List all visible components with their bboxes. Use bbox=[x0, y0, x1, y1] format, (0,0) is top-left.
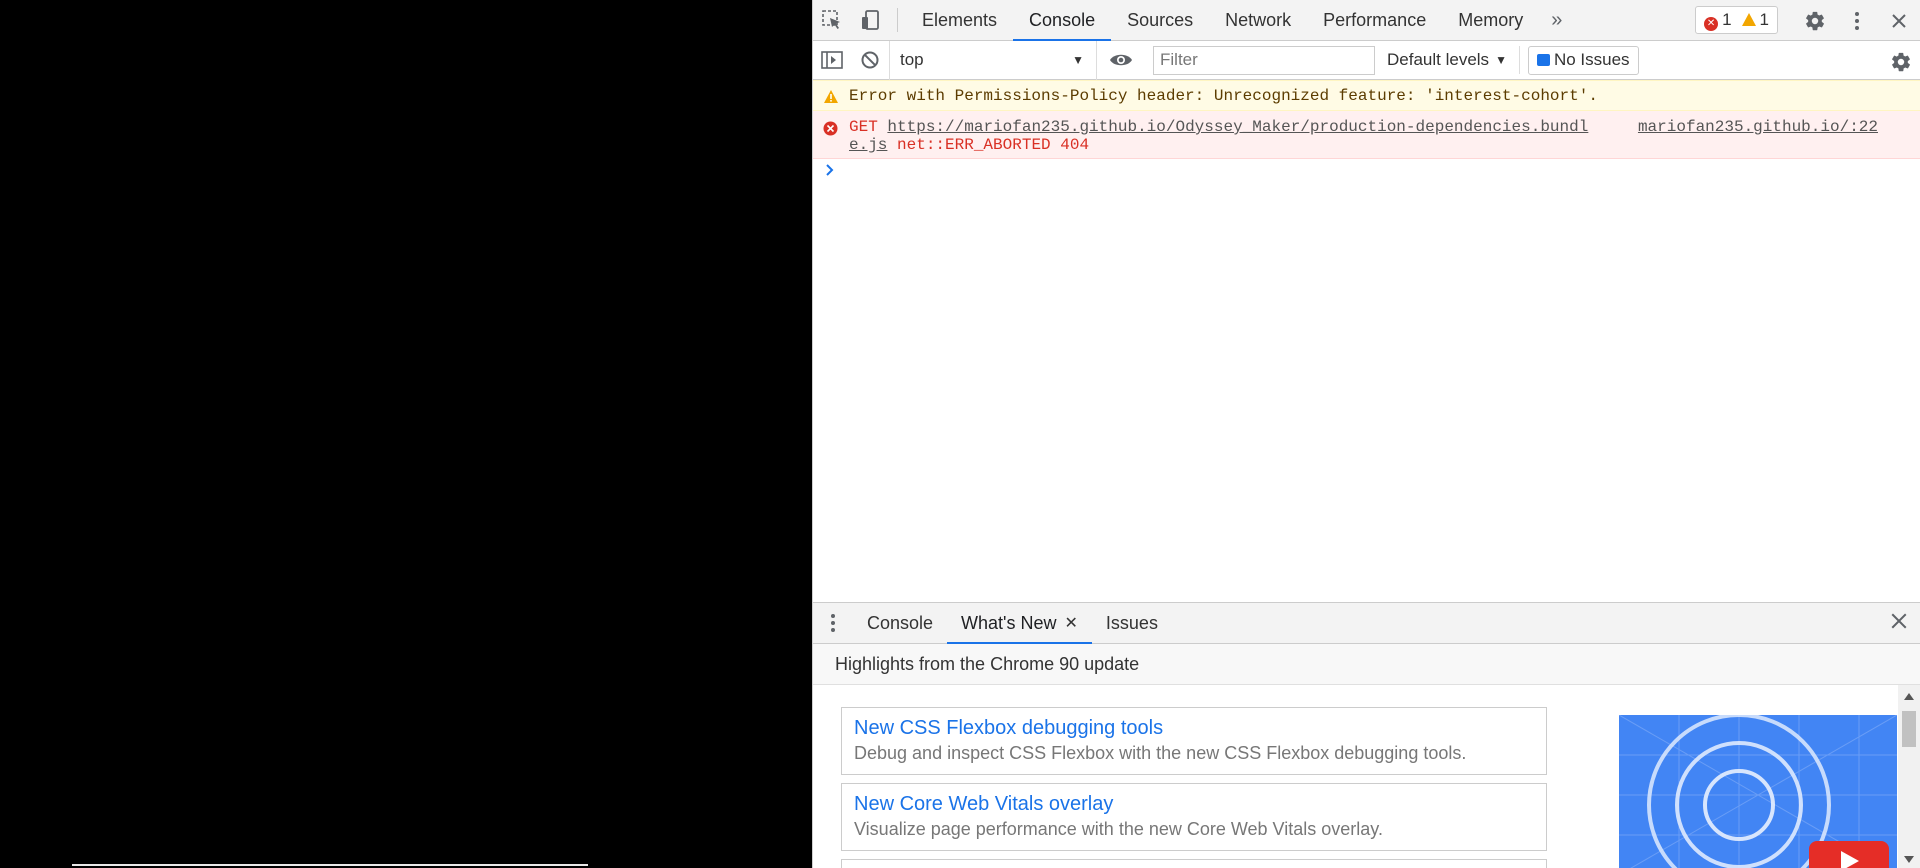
chrome-update-hero-image bbox=[1619, 715, 1897, 868]
log-levels-dropdown[interactable]: Default levels ▼ bbox=[1387, 46, 1520, 74]
device-toolbar-icon[interactable] bbox=[851, 0, 889, 41]
tab-network[interactable]: Network bbox=[1209, 0, 1307, 41]
context-selector[interactable]: top ▼ bbox=[889, 40, 1097, 80]
error-count-value: 1 bbox=[1722, 9, 1732, 29]
inspect-element-icon[interactable] bbox=[813, 0, 851, 41]
error-status: net::ERR_ABORTED 404 bbox=[897, 136, 1090, 154]
feature-card[interactable]: New CSS Flexbox debugging tools Debug an… bbox=[841, 707, 1547, 775]
drawer-tab-label: What's New bbox=[961, 612, 1057, 633]
feature-title-link[interactable]: New Core Web Vitals overlay bbox=[854, 792, 1534, 816]
console-warning-message: Error with Permissions-Policy header: Un… bbox=[813, 80, 1920, 111]
warning-count: 1 bbox=[1741, 10, 1769, 30]
feature-description: Visualize page performance with the new … bbox=[854, 819, 1383, 839]
tab-sources[interactable]: Sources bbox=[1111, 0, 1209, 41]
dropdown-arrow-icon: ▼ bbox=[1072, 53, 1084, 67]
warning-icon bbox=[823, 89, 839, 109]
scroll-up-arrow-icon[interactable] bbox=[1904, 693, 1914, 700]
tab-elements[interactable]: Elements bbox=[906, 0, 1013, 41]
whats-new-scrollbar[interactable] bbox=[1898, 685, 1920, 868]
tab-console[interactable]: Console bbox=[1013, 0, 1112, 41]
log-levels-label: Default levels bbox=[1387, 50, 1490, 69]
close-devtools-icon[interactable] bbox=[1878, 0, 1920, 41]
tab-label: Memory bbox=[1458, 9, 1524, 30]
drawer-tab-whats-new[interactable]: What's New ✕ bbox=[947, 603, 1092, 644]
error-source-link[interactable]: mariofan235.github.io/:22 bbox=[1638, 118, 1878, 136]
drawer-tab-label: Issues bbox=[1105, 612, 1158, 633]
close-drawer-icon[interactable] bbox=[1890, 612, 1908, 635]
whats-new-header: Highlights from the Chrome 90 update bbox=[813, 644, 1920, 685]
page-viewport bbox=[0, 0, 812, 868]
feature-card-partial[interactable] bbox=[841, 859, 1547, 868]
tab-label: Network bbox=[1225, 9, 1292, 30]
page-horizontal-scrollbar[interactable] bbox=[72, 864, 588, 866]
tab-label: Sources bbox=[1127, 9, 1194, 30]
drawer-tab-label: Console bbox=[867, 612, 934, 633]
toolbar-separator bbox=[897, 8, 898, 32]
issues-label: No Issues bbox=[1553, 50, 1630, 69]
kebab-menu-icon[interactable] bbox=[1836, 0, 1878, 41]
dropdown-arrow-icon: ▼ bbox=[1495, 53, 1507, 67]
feature-card[interactable]: New Core Web Vitals overlay Visualize pa… bbox=[841, 783, 1547, 851]
tab-label: Console bbox=[1029, 9, 1096, 30]
scrollbar-thumb[interactable] bbox=[1902, 711, 1916, 747]
filter-input[interactable] bbox=[1153, 45, 1375, 75]
drawer-tab-console[interactable]: Console bbox=[853, 603, 947, 644]
devtools-drawer: Console What's New ✕ Issues Highlights f… bbox=[813, 602, 1920, 868]
issues-button[interactable]: No Issues bbox=[1527, 45, 1639, 75]
scroll-down-arrow-icon[interactable] bbox=[1904, 856, 1914, 863]
error-icon bbox=[823, 121, 838, 141]
error-warning-counter[interactable]: ✕ 1 1 bbox=[1695, 6, 1778, 34]
error-count: ✕ 1 bbox=[1704, 9, 1732, 31]
tab-label: Elements bbox=[922, 9, 998, 30]
issue-flag-icon bbox=[1536, 54, 1550, 66]
devtools-panel: Elements Console Sources Network Perform… bbox=[812, 0, 1920, 868]
error-icon: ✕ bbox=[1704, 16, 1719, 31]
tab-memory[interactable]: Memory bbox=[1442, 0, 1539, 41]
devtools-main-toolbar: Elements Console Sources Network Perform… bbox=[813, 0, 1920, 41]
drawer-tab-issues[interactable]: Issues bbox=[1092, 603, 1172, 644]
feature-title-link[interactable]: New CSS Flexbox debugging tools bbox=[854, 716, 1534, 740]
live-expression-eye-icon[interactable] bbox=[1097, 40, 1145, 81]
warning-count-value: 1 bbox=[1759, 10, 1769, 29]
context-label: top bbox=[900, 50, 924, 69]
console-settings-gear-icon[interactable] bbox=[1882, 41, 1920, 82]
hero-illustration bbox=[1619, 715, 1897, 868]
toolbar-right-actions bbox=[1794, 0, 1920, 41]
whats-new-body: New CSS Flexbox debugging tools Debug an… bbox=[813, 685, 1920, 868]
whats-new-title: Highlights from the Chrome 90 update bbox=[835, 653, 1140, 674]
show-sidebar-icon[interactable] bbox=[813, 40, 851, 81]
drawer-menu-icon[interactable] bbox=[813, 603, 853, 644]
close-tab-icon[interactable]: ✕ bbox=[1065, 613, 1078, 633]
console-toolbar: top ▼ Default levels ▼ No Issues bbox=[813, 40, 1920, 82]
feature-description: Debug and inspect CSS Flexbox with the n… bbox=[854, 743, 1467, 763]
error-method: GET bbox=[849, 118, 878, 136]
tab-label: Performance bbox=[1323, 9, 1427, 30]
drawer-tab-bar: Console What's New ✕ Issues bbox=[813, 603, 1920, 644]
console-prompt[interactable] bbox=[813, 159, 1920, 191]
tab-performance[interactable]: Performance bbox=[1307, 0, 1442, 41]
clear-console-icon[interactable] bbox=[851, 40, 889, 81]
warning-text: Error with Permissions-Policy header: Un… bbox=[849, 87, 1598, 105]
settings-gear-icon[interactable] bbox=[1794, 0, 1836, 41]
prompt-chevron-icon bbox=[825, 164, 835, 182]
more-tabs-icon[interactable]: » bbox=[1539, 9, 1574, 32]
error-url-link[interactable]: https://mariofan235.github.io/Odyssey_Ma… bbox=[887, 118, 1588, 136]
error-url-link-continued[interactable]: e.js bbox=[849, 136, 887, 154]
console-error-message: GET https://mariofan235.github.io/Odysse… bbox=[813, 111, 1920, 159]
warning-icon bbox=[1741, 13, 1756, 26]
